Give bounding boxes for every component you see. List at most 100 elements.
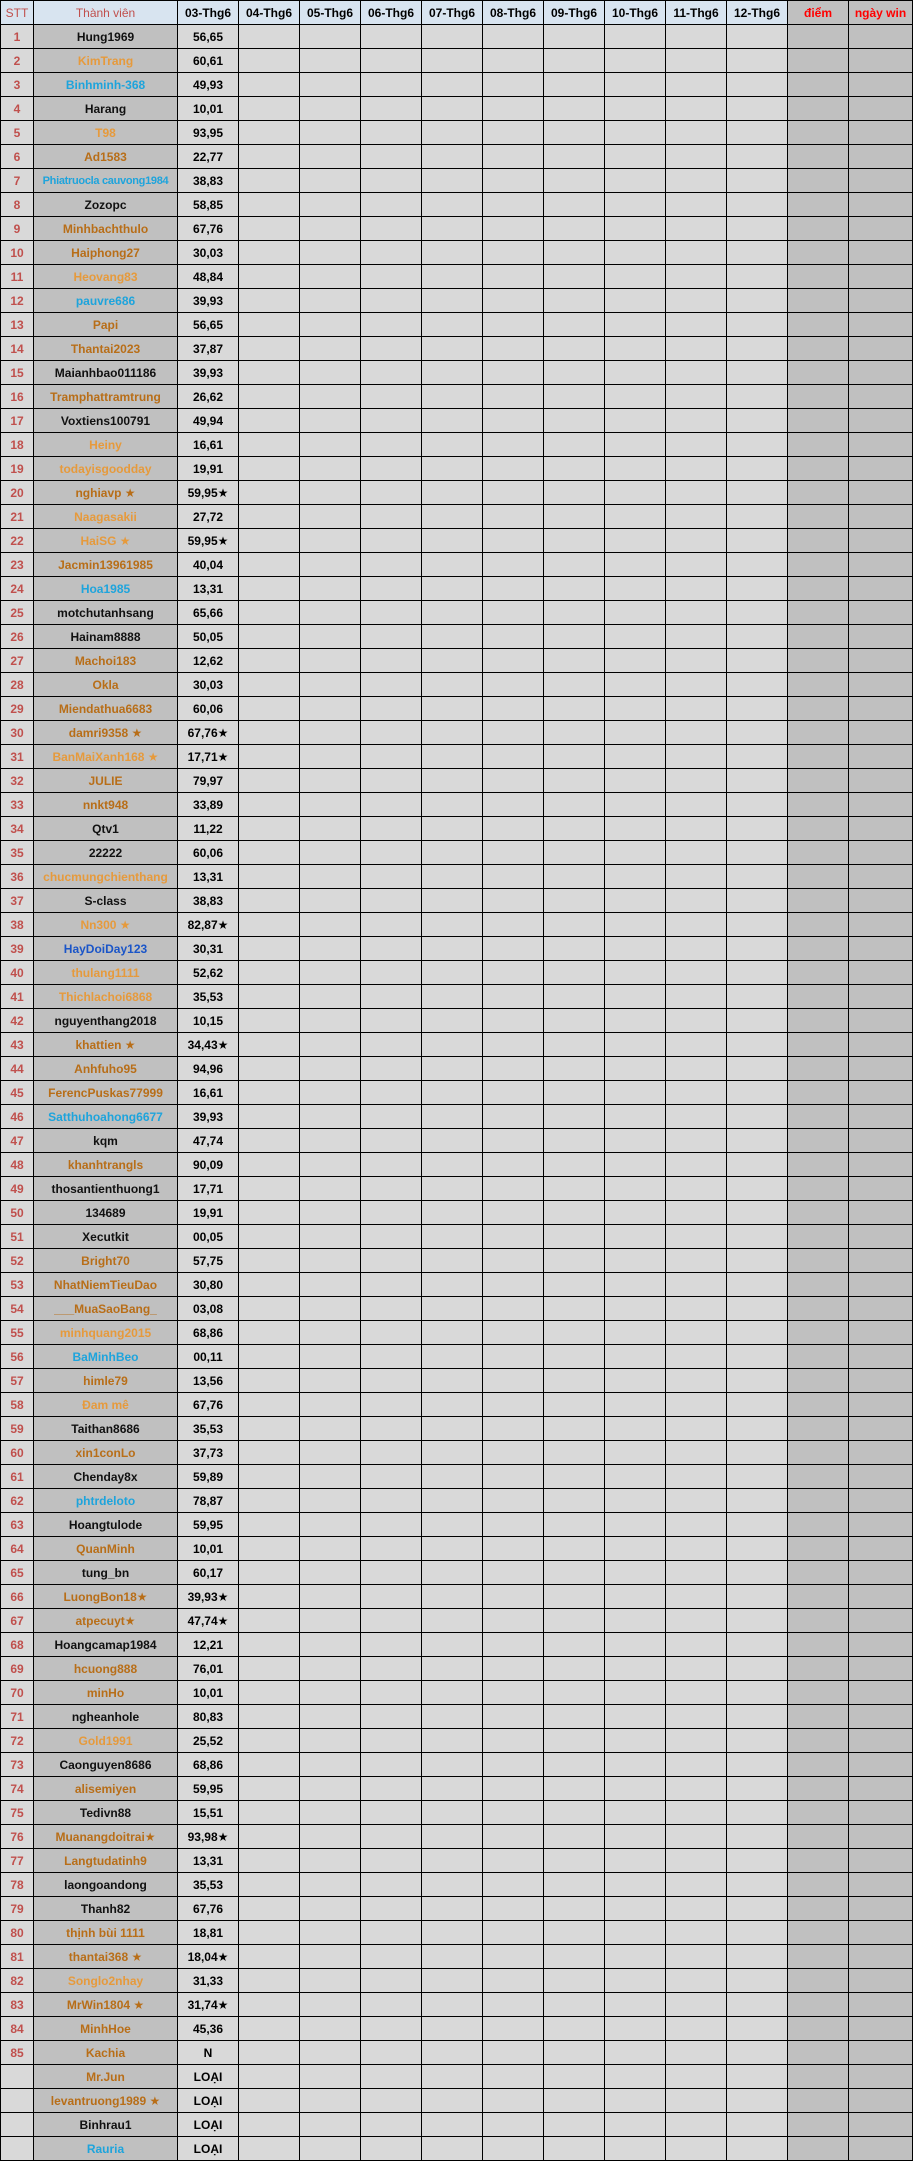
row-empty-day-cell — [238, 2016, 300, 2041]
row-empty-day-cell — [482, 624, 544, 649]
row-empty-day-cell — [482, 1656, 544, 1681]
row-empty-day-cell — [360, 1608, 422, 1633]
row-empty-day-cell — [726, 1848, 788, 1873]
row-empty-day-cell — [299, 960, 361, 985]
row-empty-day-cell — [482, 1584, 544, 1609]
table-row: 44 Anhfuho95 94,96 — [0, 1056, 913, 1081]
row-empty-day-cell — [665, 1560, 727, 1585]
row-empty-day-cell — [726, 384, 788, 409]
row-empty-day-cell — [604, 1944, 666, 1969]
row-win-days-cell — [848, 600, 913, 625]
row-empty-day-cell — [604, 72, 666, 97]
row-empty-day-cell — [299, 1896, 361, 1921]
row-empty-day-cell — [665, 768, 727, 793]
row-empty-day-cell — [604, 1512, 666, 1537]
row-score: 13,31 — [177, 1848, 239, 1873]
table-row: 25 motchutanhsang 65,66 — [0, 600, 913, 625]
row-stt: 47 — [0, 1128, 34, 1153]
row-empty-day-cell — [726, 576, 788, 601]
row-win-days-cell — [848, 1344, 913, 1369]
row-empty-day-cell — [726, 24, 788, 49]
row-win-days-cell — [848, 1992, 913, 2017]
table-row: 65 tung_bn 60,17 — [0, 1560, 913, 1585]
row-empty-day-cell — [604, 2112, 666, 2137]
row-empty-day-cell — [604, 696, 666, 721]
table-row: 53 NhatNiemTieuDao 30,80 — [0, 1272, 913, 1297]
row-empty-day-cell — [665, 1944, 727, 1969]
row-stt: 21 — [0, 504, 34, 529]
row-win-days-cell — [848, 888, 913, 913]
row-empty-day-cell — [299, 1056, 361, 1081]
row-empty-day-cell — [543, 744, 605, 769]
row-empty-day-cell — [421, 816, 483, 841]
row-empty-day-cell — [665, 312, 727, 337]
row-empty-day-cell — [238, 1128, 300, 1153]
table-row: 31 BanMaiXanh168 ★ 17,71★ — [0, 744, 913, 769]
row-score: 31,33 — [177, 1968, 239, 1993]
row-win-days-cell — [848, 2064, 913, 2089]
row-empty-day-cell — [299, 1704, 361, 1729]
row-empty-day-cell — [665, 1800, 727, 1825]
row-empty-day-cell — [299, 840, 361, 865]
table-row: 1 Hung1969 56,65 — [0, 24, 913, 49]
row-stt: 50 — [0, 1200, 34, 1225]
row-empty-day-cell — [360, 984, 422, 1009]
row-empty-day-cell — [604, 48, 666, 73]
row-empty-day-cell — [543, 1968, 605, 1993]
row-win-days-cell — [848, 840, 913, 865]
row-empty-day-cell — [482, 1224, 544, 1249]
table-row: 57 himle79 13,56 — [0, 1368, 913, 1393]
row-empty-day-cell — [665, 1608, 727, 1633]
row-empty-day-cell — [726, 2064, 788, 2089]
row-empty-day-cell — [482, 1272, 544, 1297]
row-stt: 1 — [0, 24, 34, 49]
row-empty-day-cell — [543, 1848, 605, 1873]
row-empty-day-cell — [421, 1200, 483, 1225]
table-row: 16 Tramphattramtrung 26,62 — [0, 384, 913, 409]
row-score: 68,86 — [177, 1320, 239, 1345]
row-empty-day-cell — [543, 1152, 605, 1177]
table-row: 19 todayisgoodday 19,91 — [0, 456, 913, 481]
row-empty-day-cell — [360, 1320, 422, 1345]
row-empty-day-cell — [421, 960, 483, 985]
row-stt: 44 — [0, 1056, 34, 1081]
row-empty-day-cell — [482, 480, 544, 505]
table-row: 83 MrWin1804 ★ 31,74★ — [0, 1992, 913, 2017]
row-win-days-cell — [848, 936, 913, 961]
table-row: 42 nguyenthang2018 10,15 — [0, 1008, 913, 1033]
row-member-name: hcuong888 — [33, 1656, 178, 1681]
row-empty-day-cell — [726, 2016, 788, 2041]
row-empty-day-cell — [299, 672, 361, 697]
row-empty-day-cell — [665, 864, 727, 889]
row-empty-day-cell — [482, 576, 544, 601]
row-win-days-cell — [848, 576, 913, 601]
row-stt: 68 — [0, 1632, 34, 1657]
row-empty-day-cell — [360, 480, 422, 505]
row-member-name: 134689 — [33, 1200, 178, 1225]
row-points-cell — [787, 768, 849, 793]
row-empty-day-cell — [299, 1872, 361, 1897]
row-member-name: Harang — [33, 96, 178, 121]
row-win-days-cell — [848, 456, 913, 481]
row-stt: 60 — [0, 1440, 34, 1465]
row-empty-day-cell — [665, 1104, 727, 1129]
row-stt: 57 — [0, 1368, 34, 1393]
row-empty-day-cell — [726, 1560, 788, 1585]
row-score: LOẠI — [177, 2064, 239, 2089]
row-empty-day-cell — [604, 1416, 666, 1441]
row-empty-day-cell — [360, 1152, 422, 1177]
row-win-days-cell — [848, 1680, 913, 1705]
row-empty-day-cell — [482, 1344, 544, 1369]
row-empty-day-cell — [299, 1344, 361, 1369]
row-empty-day-cell — [299, 1440, 361, 1465]
row-member-name: Binhminh-368 — [33, 72, 178, 97]
row-score: 52,62 — [177, 960, 239, 985]
row-win-days-cell — [848, 1128, 913, 1153]
row-empty-day-cell — [299, 1920, 361, 1945]
table-row: 29 Miendathua6683 60,06 — [0, 696, 913, 721]
row-empty-day-cell — [299, 1752, 361, 1777]
row-win-days-cell — [848, 1704, 913, 1729]
row-score: 39,93 — [177, 360, 239, 385]
table-row: 67 atpecuyt★ 47,74★ — [0, 1608, 913, 1633]
row-stt: 17 — [0, 408, 34, 433]
